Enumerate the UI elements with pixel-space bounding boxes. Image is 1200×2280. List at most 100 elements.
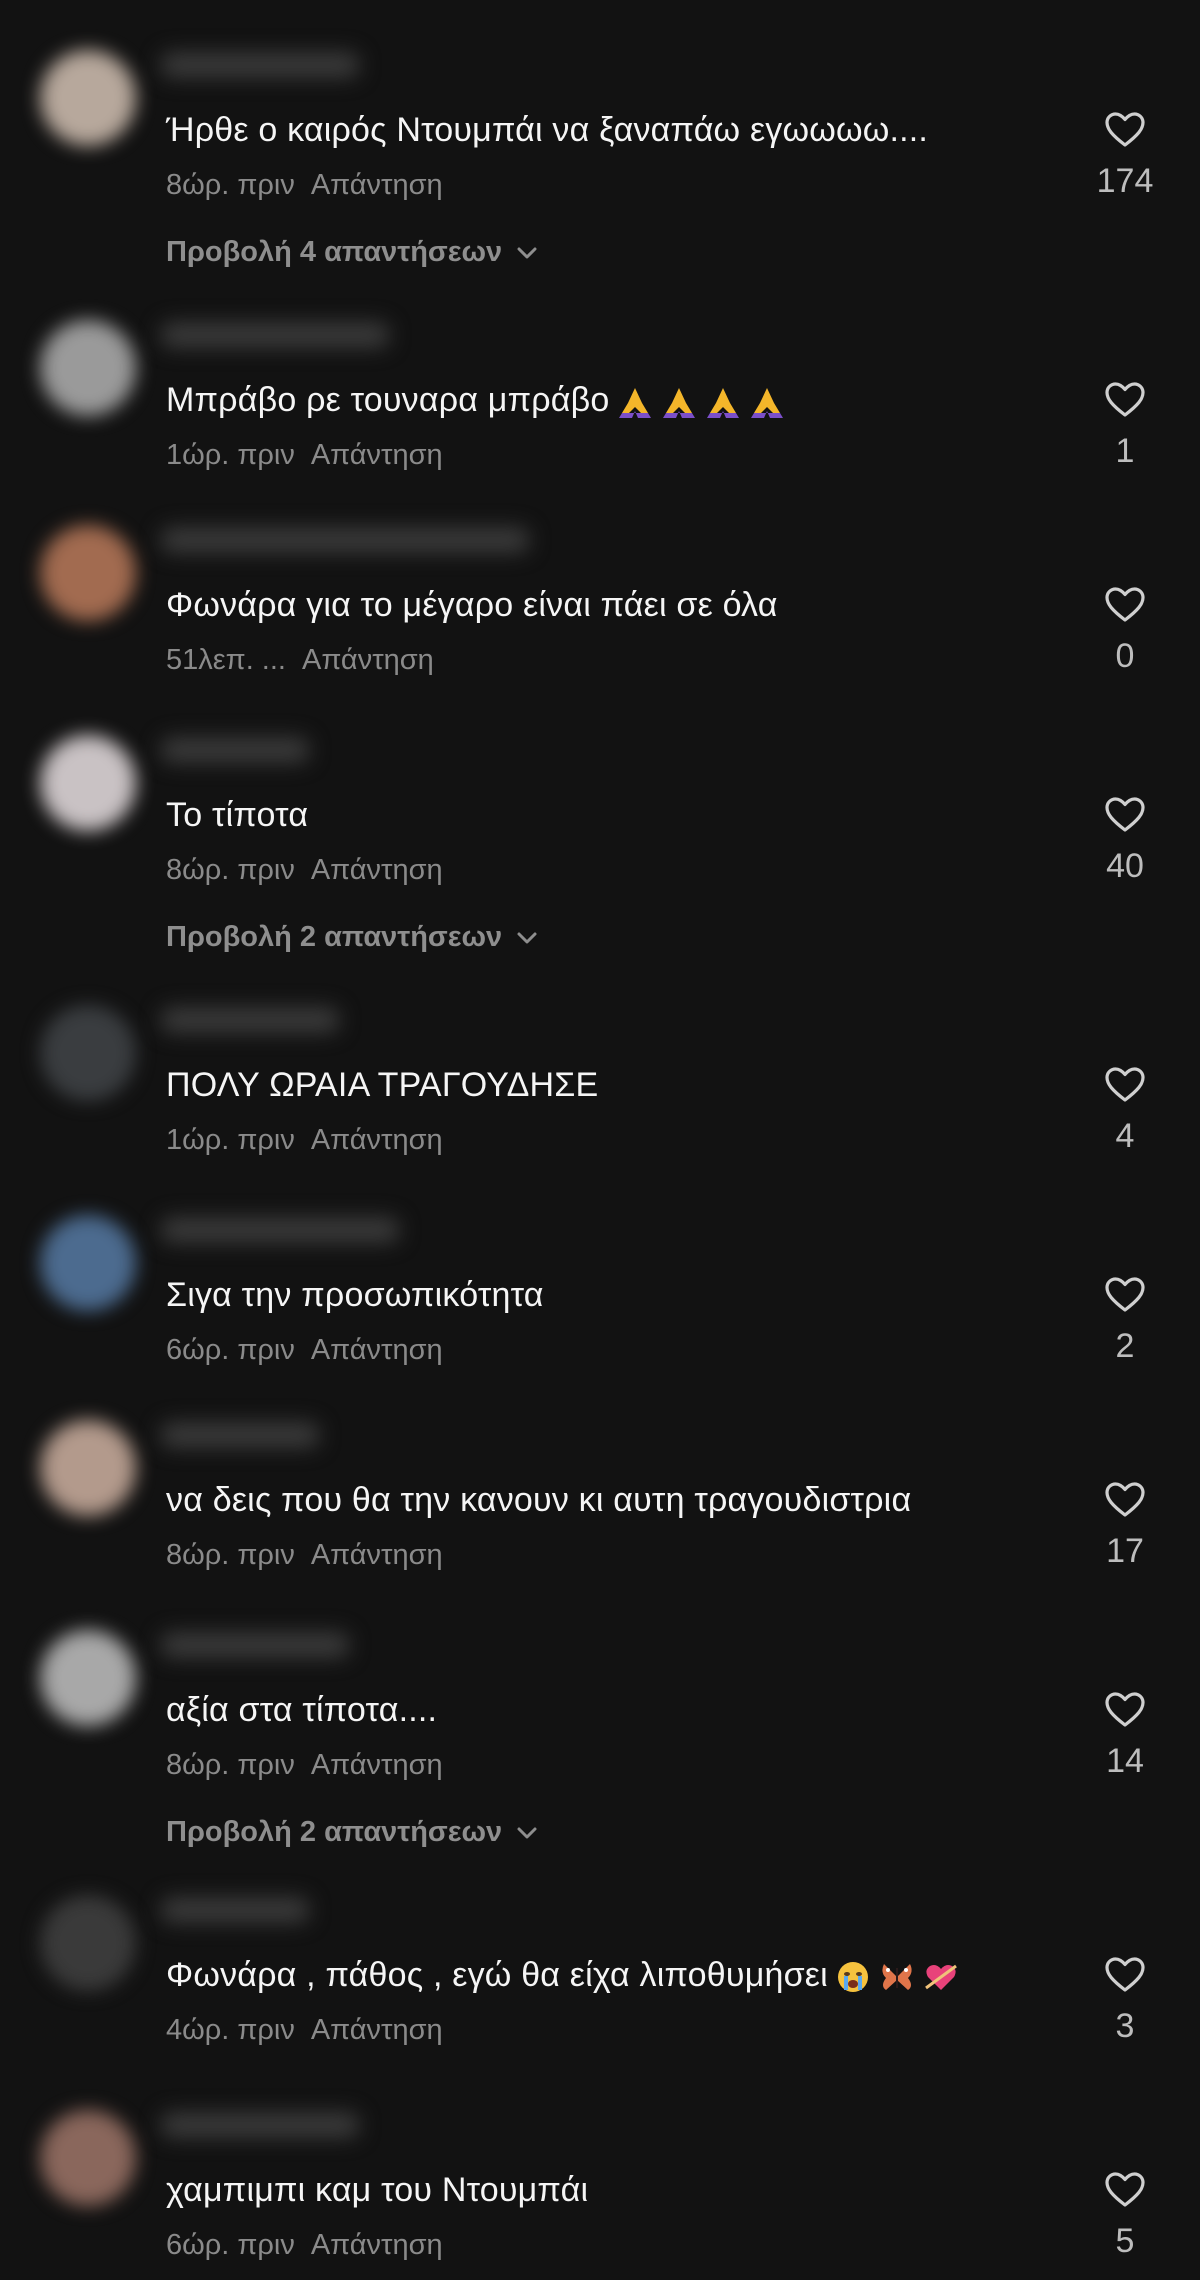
reply-button[interactable]: Απάντηση [311, 854, 443, 886]
like-button[interactable]: 1 [1085, 380, 1165, 470]
avatar[interactable] [40, 525, 136, 621]
folded-hands-icon [750, 388, 783, 419]
like-button[interactable]: 0 [1085, 585, 1165, 675]
avatar[interactable] [40, 1420, 136, 1516]
username-blurred[interactable] [160, 52, 360, 78]
folded-hands-icon [618, 388, 651, 419]
avatar[interactable] [40, 1215, 136, 1311]
heart-icon[interactable] [1104, 2170, 1146, 2210]
comment-text: Ήρθε ο καιρός Ντουμπάι να ξαναπάω εγωωωω… [166, 110, 928, 150]
comment-meta: 8ώρ. πριν Απάντηση [166, 168, 443, 202]
comment-text-content: ΠΟΛΥ ΩΡΑΙΑ ΤΡΑΓΟΥΔΗΣΕ [166, 1066, 599, 1104]
view-replies-label: Προβολή 4 απαντήσεων [166, 236, 503, 268]
comment-meta: 6ώρ. πριν Απάντηση [166, 1333, 443, 1367]
comment-timestamp: 8ώρ. πριν [166, 1539, 295, 1571]
heart-arrow-icon [925, 1964, 957, 1991]
avatar[interactable] [40, 735, 136, 831]
heart-icon[interactable] [1104, 585, 1146, 625]
like-button[interactable]: 2 [1085, 1275, 1165, 1365]
comment-text: Το τίποτα [166, 795, 308, 835]
username-blurred[interactable] [160, 737, 310, 763]
username-blurred[interactable] [160, 1007, 340, 1033]
avatar[interactable] [40, 1630, 136, 1726]
like-count: 174 [1096, 162, 1154, 200]
avatar[interactable] [40, 1895, 136, 1991]
heart-icon[interactable] [1104, 1690, 1146, 1730]
heart-icon[interactable] [1104, 1275, 1146, 1315]
comment-meta: 51λεπ. ... Απάντηση [166, 643, 434, 677]
comment-timestamp: 51λεπ. ... [166, 644, 286, 676]
comment-text: Μπράβο ρε τουναρα μπράβο [166, 380, 786, 421]
like-button[interactable]: 4 [1085, 1065, 1165, 1155]
comment-item: Μπράβο ρε τουναρα μπράβο 1ώρ. πριν Απάντησ… [0, 310, 1200, 490]
view-replies-button[interactable]: Προβολή 2 απαντήσεων [166, 1815, 538, 1849]
comment-meta: 4ώρ. πριν Απάντηση [166, 2013, 443, 2047]
reply-button[interactable]: Απάντηση [311, 2229, 443, 2261]
heart-icon[interactable] [1104, 795, 1146, 835]
chevron-down-icon [517, 247, 537, 259]
comment-item: Φωνάρα , πάθος , εγώ θα είχα λιποθυμήσει… [0, 1885, 1200, 2065]
comment-item: Το τίποτα 8ώρ. πριν Απάντηση Προβολή 2 απαν… [0, 725, 1200, 965]
reply-button[interactable]: Απάντηση [311, 2014, 443, 2046]
comment-text: ΠΟΛΥ ΩΡΑΙΑ ΤΡΑΓΟΥΔΗΣΕ [166, 1065, 598, 1105]
reply-button[interactable]: Απάντηση [311, 439, 443, 471]
username-blurred[interactable] [160, 1217, 400, 1243]
view-replies-label: Προβολή 2 απαντήσεων [166, 921, 503, 953]
username-blurred[interactable] [160, 2112, 360, 2138]
like-count: 40 [1106, 847, 1144, 885]
comment-text: αξία στα τίποτα.... [166, 1690, 437, 1730]
username-blurred[interactable] [160, 1632, 350, 1658]
comment-item: Σιγα την προσωπικότητα 6ώρ. πριν Απάντηση 2 [0, 1205, 1200, 1385]
comment-text-content: αξία στα τίποτα.... [166, 1691, 438, 1729]
reply-button[interactable]: Απάντηση [311, 1539, 443, 1571]
avatar[interactable] [40, 2110, 136, 2206]
comment-timestamp: 8ώρ. πριν [166, 169, 295, 201]
like-button[interactable]: 5 [1085, 2170, 1165, 2260]
comment-item: να δεις που θα την κανουν κι αυτη τραγου… [0, 1410, 1200, 1590]
like-count: 0 [1115, 637, 1135, 675]
comment-item: χαμπιμπι καμ του Ντουμπάι 6ώρ. πριν Απάντη… [0, 2100, 1200, 2280]
comment-text: Φωνάρα για το μέγαρο είναι πάει σε όλα [166, 585, 778, 625]
view-replies-button[interactable]: Προβολή 4 απαντήσεων [166, 235, 538, 269]
view-replies-button[interactable]: Προβολή 2 απαντήσεων [166, 920, 538, 954]
comment-timestamp: 8ώρ. πριν [166, 854, 295, 886]
like-button[interactable]: 14 [1085, 1690, 1165, 1780]
username-blurred[interactable] [160, 527, 530, 553]
comment-timestamp: 4ώρ. πριν [166, 2014, 295, 2046]
username-blurred[interactable] [160, 1897, 310, 1923]
comment-text-content: Μπράβο ρε τουναρα μπράβο [166, 381, 610, 419]
heart-icon[interactable] [1104, 1065, 1146, 1105]
username-blurred[interactable] [160, 322, 390, 348]
comment-text-content: να δεις που θα την κανουν κι αυτη τραγου… [166, 1481, 912, 1519]
heart-icon[interactable] [1104, 1480, 1146, 1520]
username-blurred[interactable] [160, 1422, 320, 1448]
comment-timestamp: 1ώρ. πριν [166, 1124, 295, 1156]
reply-button[interactable]: Απάντηση [311, 1124, 443, 1156]
comment-meta: 6ώρ. πριν Απάντηση [166, 2228, 443, 2262]
avatar[interactable] [40, 50, 136, 146]
comment-list: Ήρθε ο καιρός Ντουμπάι να ξαναπάω εγωωωω… [0, 0, 1200, 2266]
folded-hands-icon [662, 388, 695, 419]
reply-button[interactable]: Απάντηση [311, 1334, 443, 1366]
comment-text: Φωνάρα , πάθος , εγώ θα είχα λιποθυμήσει [166, 1955, 960, 1996]
comment-timestamp: 6ώρ. πριν [166, 2229, 295, 2261]
avatar[interactable] [40, 320, 136, 416]
comment-text-content: χαμπιμπι καμ του Ντουμπάι [166, 2171, 589, 2209]
heart-icon[interactable] [1104, 380, 1146, 420]
like-count: 14 [1106, 1742, 1144, 1780]
comment-text-content: Φωνάρα για το μέγαρο είναι πάει σε όλα [166, 586, 778, 624]
comment-text: να δεις που θα την κανουν κι αυτη τραγου… [166, 1480, 911, 1520]
heart-icon[interactable] [1104, 110, 1146, 150]
heart-icon[interactable] [1104, 1955, 1146, 1995]
avatar[interactable] [40, 1005, 136, 1101]
reply-button[interactable]: Απάντηση [311, 169, 443, 201]
like-button[interactable]: 40 [1085, 795, 1165, 885]
like-button[interactable]: 17 [1085, 1480, 1165, 1570]
like-count: 4 [1115, 1117, 1135, 1155]
like-button[interactable]: 3 [1085, 1955, 1165, 2045]
reply-button[interactable]: Απάντηση [311, 1749, 443, 1781]
comment-meta: 1ώρ. πριν Απάντηση [166, 438, 443, 472]
reply-button[interactable]: Απάντηση [302, 644, 434, 676]
folded-hands-icon [706, 388, 739, 419]
like-button[interactable]: 174 [1085, 110, 1165, 200]
